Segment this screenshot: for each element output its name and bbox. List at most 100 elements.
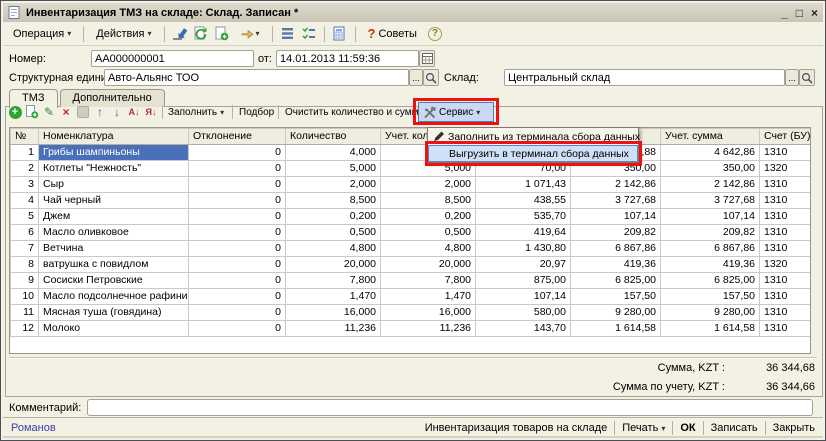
cell-acc-sum[interactable]: 3 727,68 [661, 193, 760, 209]
col-header-quantity[interactable]: Количество [286, 129, 381, 145]
cell-acc-quantity[interactable]: 0,500 [381, 225, 476, 241]
cell-acc-sum[interactable]: 209,82 [661, 225, 760, 241]
cell-acc-quantity[interactable]: 11,236 [381, 321, 476, 337]
date-calendar-button[interactable] [419, 50, 435, 67]
cell-quantity[interactable]: 0,500 [286, 225, 381, 241]
cell-quantity[interactable]: 2,000 [286, 177, 381, 193]
edit-row-button[interactable]: ✎ [41, 104, 57, 120]
table-row[interactable]: 8 ватрушка с повидлом 0 20,000 20,000 20… [11, 257, 812, 273]
save-button[interactable]: Записать [711, 422, 758, 434]
cell-nomenclature[interactable]: Ветчина [39, 241, 189, 257]
table-row[interactable]: 1 Грибы шампиньоны 0 4,000 4 642,88 4 64… [11, 145, 812, 161]
cell-deviation[interactable]: 0 [189, 241, 286, 257]
cell-price[interactable]: 107,14 [476, 289, 571, 305]
col-header-nomenclature[interactable]: Номенклатура [39, 129, 189, 145]
cell-quantity[interactable]: 20,000 [286, 257, 381, 273]
cell-acc-quantity[interactable]: 8,500 [381, 193, 476, 209]
unit-select-button[interactable]: ... [409, 69, 423, 86]
comment-field[interactable] [87, 399, 813, 416]
cell-acc-sum[interactable]: 6 867,86 [661, 241, 760, 257]
move-up-button[interactable]: ↑ [92, 104, 108, 120]
table-row[interactable]: 12 Молоко 0 11,236 11,236 143,70 1 614,5… [11, 321, 812, 337]
cell-acc-sum[interactable]: 2 142,86 [661, 177, 760, 193]
responsible-user-link[interactable]: Романов [11, 422, 56, 434]
cell-deviation[interactable]: 0 [189, 145, 286, 161]
cell-acc-quantity[interactable]: 2,000 [381, 177, 476, 193]
cell-acc-sum[interactable]: 350,00 [661, 161, 760, 177]
close-button[interactable]: × [811, 7, 818, 19]
col-header-account[interactable]: Счет (БУ) [760, 129, 812, 145]
cell-acc-quantity[interactable]: 0,200 [381, 209, 476, 225]
cell-quantity[interactable]: 0,200 [286, 209, 381, 225]
table-row[interactable]: 6 Масло оливковое 0 0,500 0,500 419,64 2… [11, 225, 812, 241]
warehouse-select-button[interactable]: ... [785, 69, 799, 86]
cell-nomenclature[interactable]: Чай черный [39, 193, 189, 209]
cell-quantity[interactable]: 11,236 [286, 321, 381, 337]
cell-sum[interactable]: 3 727,68 [571, 193, 661, 209]
cell-price[interactable]: 20,97 [476, 257, 571, 273]
date-field[interactable] [276, 50, 419, 67]
table-row[interactable]: 11 Мясная туша (говядина) 0 16,000 16,00… [11, 305, 812, 321]
copy-document-button[interactable] [213, 25, 231, 43]
cell-nomenclature[interactable]: Джем [39, 209, 189, 225]
cell-nomenclature[interactable]: ватрушка с повидлом [39, 257, 189, 273]
cell-sum[interactable]: 1 614,58 [571, 321, 661, 337]
maximize-button[interactable]: □ [796, 7, 803, 19]
cell-price[interactable]: 1 071,43 [476, 177, 571, 193]
print-button[interactable]: Печать ▾ [622, 422, 665, 434]
cell-deviation[interactable]: 0 [189, 161, 286, 177]
cell-account[interactable]: 1310 [760, 321, 812, 337]
tmz-table[interactable]: № Номенклатура Отклонение Количество Уче… [9, 127, 811, 354]
cell-acc-sum[interactable]: 1 614,58 [661, 321, 760, 337]
cell-account[interactable]: 1320 [760, 161, 812, 177]
cell-sum[interactable]: 419,36 [571, 257, 661, 273]
cell-account[interactable]: 1310 [760, 241, 812, 257]
cell-nomenclature[interactable]: Масло оливковое [39, 225, 189, 241]
move-down-button[interactable]: ↓ [109, 104, 125, 120]
table-row[interactable]: 5 Джем 0 0,200 0,200 535,70 107,14 107,1… [11, 209, 812, 225]
cell-deviation[interactable]: 0 [189, 193, 286, 209]
cell-nomenclature[interactable]: Масло подсолнечное рафиниро... [39, 289, 189, 305]
help-button[interactable]: ? [426, 25, 444, 43]
operation-menu-button[interactable]: Операция ▾ [7, 25, 77, 43]
cell-deviation[interactable]: 0 [189, 177, 286, 193]
cell-account[interactable]: 1310 [760, 193, 812, 209]
service-menu-button[interactable]: Сервис ▾ [418, 102, 494, 122]
cell-acc-sum[interactable]: 4 642,86 [661, 145, 760, 161]
cell-nomenclature[interactable]: Мясная туша (говядина) [39, 305, 189, 321]
cell-deviation[interactable]: 0 [189, 225, 286, 241]
cell-account[interactable]: 1310 [760, 145, 812, 161]
cell-quantity[interactable]: 1,470 [286, 289, 381, 305]
table-row[interactable]: 10 Масло подсолнечное рафиниро... 0 1,47… [11, 289, 812, 305]
cell-deviation[interactable]: 0 [189, 273, 286, 289]
cell-quantity[interactable]: 4,000 [286, 145, 381, 161]
unit-open-button[interactable] [423, 69, 439, 86]
warehouse-open-button[interactable] [799, 69, 815, 86]
cell-acc-quantity[interactable]: 16,000 [381, 305, 476, 321]
table-row[interactable]: 7 Ветчина 0 4,800 4,800 1 430,80 6 867,8… [11, 241, 812, 257]
sort-ascending-button[interactable]: А↓ [126, 104, 142, 120]
cell-price[interactable]: 875,00 [476, 273, 571, 289]
add-copy-button[interactable] [24, 104, 40, 120]
structure-list-button[interactable] [279, 25, 297, 43]
cell-sum[interactable]: 2 142,86 [571, 177, 661, 193]
cell-price[interactable]: 438,55 [476, 193, 571, 209]
number-field[interactable] [91, 50, 254, 67]
cell-deviation[interactable]: 0 [189, 305, 286, 321]
cell-deviation[interactable]: 0 [189, 257, 286, 273]
cell-account[interactable]: 1310 [760, 289, 812, 305]
refresh-document-button[interactable] [192, 25, 210, 43]
minimize-button[interactable]: _ [781, 7, 788, 19]
cell-nomenclature[interactable]: Котлеты "Нежность" [39, 161, 189, 177]
delete-row-button[interactable]: × [58, 104, 74, 120]
cell-sum[interactable]: 209,82 [571, 225, 661, 241]
menu-item-upload-to-terminal[interactable]: Выгрузить в терминал сбора данных [428, 145, 638, 162]
col-header-number[interactable]: № [11, 129, 39, 145]
cell-acc-quantity[interactable]: 20,000 [381, 257, 476, 273]
cell-acc-quantity[interactable]: 7,800 [381, 273, 476, 289]
add-row-button[interactable]: + [7, 104, 23, 120]
sort-descending-button[interactable]: Я↓ [143, 104, 159, 120]
structural-unit-field[interactable] [104, 69, 409, 86]
ok-button[interactable]: ОК [680, 422, 695, 434]
report-button[interactable] [331, 25, 349, 43]
